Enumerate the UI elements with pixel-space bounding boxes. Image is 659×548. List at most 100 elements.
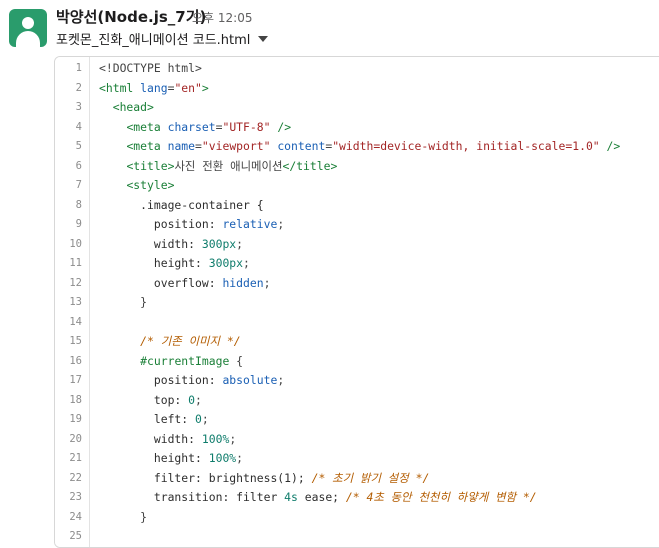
code-token: <head> <box>112 100 154 114</box>
line-number: 20 <box>69 432 82 445</box>
code-line: 6 <title>사진 전환 애니메이션</title> <box>55 157 659 177</box>
code-token: 300px <box>208 256 244 270</box>
code-token: content <box>277 139 326 153</box>
code-text: filter: brightness(1); /* 초기 밝기 설정 */ <box>99 469 429 489</box>
code-token: { <box>229 353 244 368</box>
code-token: /* 4초 동안 천천히 하얗게 변함 */ <box>345 490 537 504</box>
code-token: ease; <box>297 490 346 504</box>
code-token: position: <box>99 217 223 231</box>
code-token: ; <box>277 373 285 387</box>
avatar-head-shape <box>22 17 34 29</box>
code-text: position: absolute; <box>99 371 284 391</box>
code-text: .image-container { <box>99 196 263 216</box>
code-token: "width=device-width, initial-scale=1.0" <box>332 139 600 153</box>
code-token: } <box>99 295 148 309</box>
line-number: 14 <box>69 315 82 328</box>
code-token: ; <box>201 412 209 426</box>
line-number: 24 <box>69 510 82 523</box>
file-name[interactable]: 포켓몬_진화_애니메이션 코드.html <box>56 29 250 48</box>
code-token: 100% <box>208 451 237 465</box>
code-line: 4 <meta charset="UTF-8" /> <box>55 118 659 138</box>
code-token: transition: filter <box>99 490 285 504</box>
code-line: 8 .image-container { <box>55 196 659 216</box>
code-text: width: 100%; <box>99 430 236 450</box>
code-token: </title> <box>282 158 338 173</box>
line-number: 23 <box>69 491 82 503</box>
code-line: 1 <!DOCTYPE html> <box>55 59 659 79</box>
line-number: 19 <box>69 413 82 425</box>
code-line: 18 top: 0; <box>55 391 659 411</box>
code-token: ; <box>229 431 237 446</box>
code-text: <title>사진 전환 애니메이션</title> <box>99 157 337 177</box>
code-text: overflow: hidden; <box>99 274 271 294</box>
code-line: 9 position: relative; <box>55 215 659 235</box>
code-token: lang <box>140 80 168 95</box>
line-number: 9 <box>75 218 82 230</box>
code-token: absolute <box>222 373 278 387</box>
code-token: relative <box>222 217 278 231</box>
line-number: 11 <box>69 257 82 269</box>
code-text: #currentImage { <box>99 352 243 372</box>
code-token: width: <box>99 431 202 446</box>
code-token: ; <box>195 392 202 407</box>
line-number: 3 <box>75 101 82 113</box>
code-token: <html <box>99 80 141 95</box>
file-attachment-header[interactable]: 포켓몬_진화_애니메이션 코드.html <box>56 29 269 48</box>
code-token: "UTF-8" <box>222 119 271 134</box>
user-avatar[interactable] <box>9 9 47 47</box>
chevron-down-icon[interactable] <box>258 35 269 42</box>
line-number: 18 <box>69 393 82 406</box>
line-number: 8 <box>75 198 82 211</box>
code-token: } <box>99 509 148 524</box>
code-token: <title> <box>126 158 175 173</box>
code-token: overflow: <box>99 275 223 290</box>
code-token: charset <box>167 119 216 134</box>
code-line: 15 /* 기존 이미지 */ <box>55 332 659 352</box>
code-token: ; <box>263 275 271 290</box>
code-text: } <box>99 508 147 528</box>
line-number: 4 <box>75 120 82 133</box>
code-token: = <box>195 139 202 153</box>
code-token: /* 초기 밝기 설정 */ <box>311 470 430 485</box>
code-line: 24 } <box>55 508 659 528</box>
code-token: <meta <box>126 139 168 153</box>
code-token: <meta <box>126 119 168 134</box>
line-number: 10 <box>69 237 82 250</box>
sender-name[interactable]: 박양선(Node.js_7기) <box>56 6 206 27</box>
code-line: 22 filter: brightness(1); /* 초기 밝기 설정 */ <box>55 469 659 489</box>
code-token: width: <box>99 236 202 251</box>
line-number: 22 <box>69 471 82 484</box>
code-snippet-viewer: 1 <!DOCTYPE html> 2 <html lang="en"> 3 <head… <box>54 56 659 548</box>
code-line: 11 height: 300px; <box>55 254 659 274</box>
code-text: position: relative; <box>99 215 284 235</box>
code-line: 7 <style> <box>55 176 659 196</box>
line-number: 13 <box>69 296 82 308</box>
code-text: width: 300px; <box>99 235 243 255</box>
code-token: ; <box>236 451 244 465</box>
message-timestamp[interactable]: 오후 12:05 <box>192 9 252 26</box>
code-token: ; <box>243 256 250 270</box>
code-token: top: <box>99 392 189 407</box>
code-token: left: <box>99 412 196 426</box>
code-line: 16 #currentImage { <box>55 352 659 372</box>
code-line: 5 <meta name="viewport" content="width=d… <box>55 137 659 157</box>
line-number: 1 <box>75 62 82 74</box>
line-number: 12 <box>69 276 82 289</box>
code-text: <head> <box>99 98 154 118</box>
code-token: name <box>167 139 196 153</box>
code-token: 100% <box>201 431 230 446</box>
avatar-body-shape <box>16 31 40 47</box>
code-token: ; <box>236 236 244 251</box>
code-token: height: <box>99 451 209 465</box>
code-token: filter: brightness(1); <box>99 470 312 485</box>
line-number: 16 <box>69 354 82 367</box>
code-line: 10 width: 300px; <box>55 235 659 255</box>
code-text: <style> <box>99 176 174 196</box>
code-line: 14 <box>55 313 659 333</box>
code-token: 4s <box>284 490 298 504</box>
line-number: 17 <box>69 374 82 386</box>
code-token: <style> <box>126 178 175 192</box>
line-number: 7 <box>75 179 82 191</box>
code-text: <!DOCTYPE html> <box>99 59 202 79</box>
